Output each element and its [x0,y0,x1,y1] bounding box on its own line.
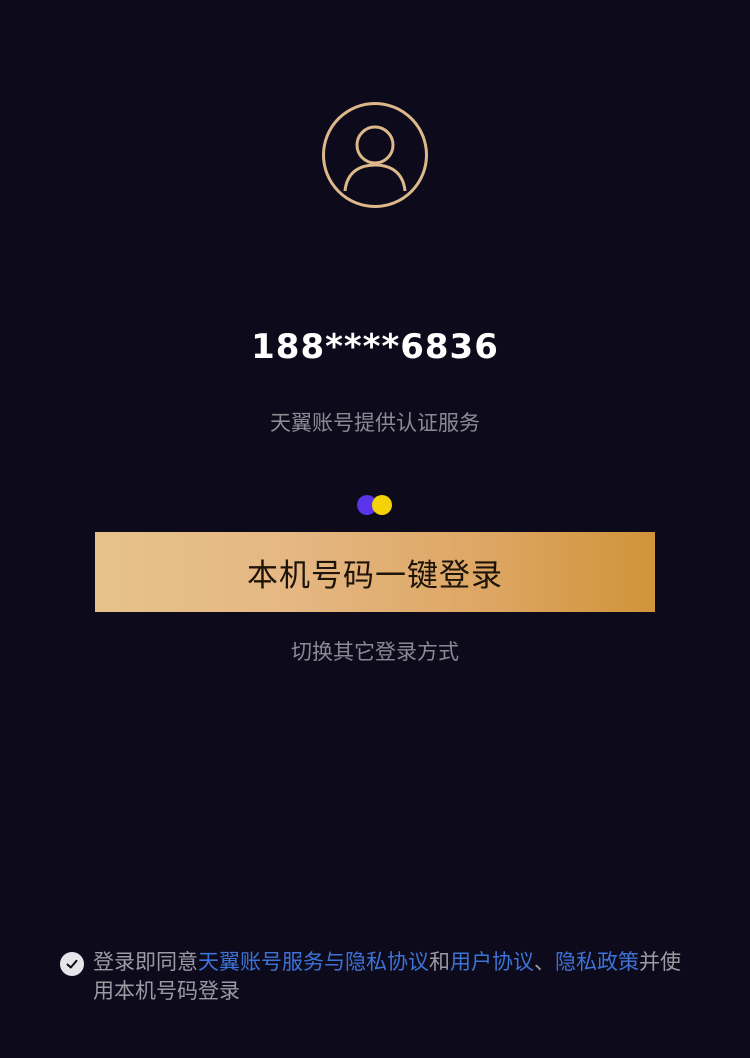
agreement-middle: 和 [429,950,450,974]
agreement-row: 登录即同意天翼账号服务与隐私协议和用户协议、隐私政策并使用本机号码登录 [60,948,700,1006]
two-dot-logo-icon [357,495,393,515]
switch-login-link[interactable]: 切换其它登录方式 [291,640,459,664]
switch-login-method: 切换其它登录方式 [0,637,750,667]
check-icon[interactable] [60,952,84,976]
one-click-login-button[interactable]: 本机号码一键登录 [95,532,655,612]
agreement-prefix: 登录即同意 [93,950,198,974]
user-agreement-link[interactable]: 用户协议 [450,950,534,974]
masked-phone-number: 188****6836 [251,327,499,367]
agreement-text: 登录即同意天翼账号服务与隐私协议和用户协议、隐私政策并使用本机号码登录 [93,948,693,1006]
tianyi-privacy-link[interactable]: 天翼账号服务与隐私协议 [198,950,429,974]
logo-dot-yellow [372,495,392,515]
user-avatar-icon [322,102,428,208]
provider-text: 天翼账号提供认证服务 [270,411,480,435]
agreement-separator: 、 [534,950,555,974]
privacy-policy-link[interactable]: 隐私政策 [555,950,639,974]
